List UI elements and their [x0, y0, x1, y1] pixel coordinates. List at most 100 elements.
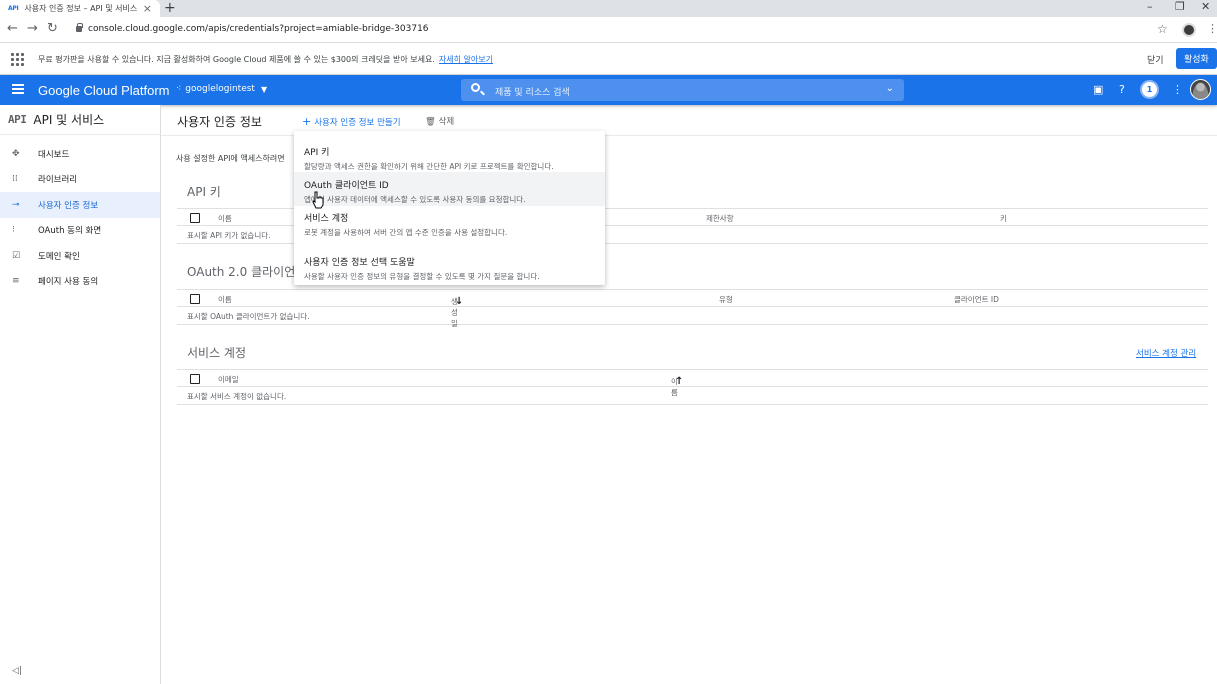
create-credentials-label: 사용자 인증 정보 만들기: [314, 118, 401, 128]
sidebar-item-credentials[interactable]: ⊸ 사용자 인증 정보: [0, 192, 160, 218]
search-placeholder: 제품 및 리소스 검색: [495, 88, 570, 98]
library-icon: ⁞⁞: [12, 174, 18, 185]
create-credentials-button[interactable]: + 사용자 인증 정보 만들기: [302, 115, 401, 128]
sidebar-item-page-agreement[interactable]: ≡ 페이지 사용 동의: [0, 269, 160, 295]
plus-icon: +: [302, 115, 312, 128]
back-icon[interactable]: ←: [7, 21, 18, 36]
cloud-shell-icon[interactable]: ▣: [1093, 83, 1103, 96]
menu-item-desc: 사용할 사용자 인증 정보의 유형을 결정할 수 있도록 몇 가지 질문을 합니…: [304, 272, 540, 281]
column-name[interactable]: 이름: [218, 294, 232, 305]
sidebar: API API 및 서비스 ✥ 대시보드 ⁞⁞ 라이브러리 ⊸ 사용자 인증 정…: [0, 105, 161, 684]
menu-item-desc: 로봇 계정을 사용하여 서버 간의 앱 수준 인증을 사용 설정합니다.: [304, 228, 508, 237]
api-keys-title: API 키: [187, 185, 221, 199]
arrow-down-icon: ↓: [455, 296, 464, 307]
sidebar-item-label: 사용자 인증 정보: [38, 200, 99, 211]
menu-item-title: 서비스 계정: [304, 214, 349, 224]
browser-toolbar: ← → ↻ console.cloud.google.com/apis/cred…: [0, 17, 1217, 43]
select-all-checkbox[interactable]: [190, 294, 200, 304]
menu-item-help-me-choose[interactable]: 사용자 인증 정보 선택 도움말 사용할 사용자 인증 정보의 유형을 결정할 …: [294, 249, 605, 283]
column-key[interactable]: 키: [1000, 213, 1007, 224]
sidebar-title: API 및 서비스: [33, 113, 105, 127]
delete-label: 삭제: [438, 117, 455, 127]
sidebar-item-label: 도메인 확인: [38, 251, 80, 262]
manage-service-accounts-link[interactable]: 서비스 계정 관리: [1136, 347, 1196, 359]
browser-tabstrip: API 사용자 인증 정보 – API 및 서비스 × + – ❐ ✕: [0, 0, 1217, 17]
banner-message: 무료 평가판을 사용할 수 있습니다. 지금 활성화하여 Google Clou…: [38, 55, 435, 64]
service-accounts-title: 서비스 계정: [187, 346, 247, 360]
sidebar-item-library[interactable]: ⁞⁞ 라이브러리: [0, 167, 160, 193]
gcp-header: Google Cloud Platform ⁖ googlelogintest …: [0, 75, 1217, 105]
menu-item-api-key[interactable]: API 키 할당량과 액세스 권한을 확인하기 위해 간단한 API 키로 프로…: [294, 139, 605, 173]
menu-item-oauth-client-id[interactable]: OAuth 클라이언트 ID 앱에서 사용자 데이터에 액세스할 수 있도록 사…: [294, 172, 605, 206]
sidebar-item-label: 라이브러리: [38, 175, 78, 186]
banner-text: 무료 평가판을 사용할 수 있습니다. 지금 활성화하여 Google Clou…: [38, 54, 493, 65]
address-bar[interactable]: console.cloud.google.com/apis/credential…: [88, 24, 429, 34]
activate-button[interactable]: 활성화: [1176, 48, 1217, 69]
delete-button[interactable]: 🗑 삭제: [425, 115, 454, 127]
sidebar-item-dashboard[interactable]: ✥ 대시보드: [0, 141, 160, 167]
free-trial-banner: 무료 평가판을 사용할 수 있습니다. 지금 활성화하여 Google Clou…: [0, 43, 1217, 75]
menu-item-title: OAuth 클라이언트 ID: [304, 181, 389, 191]
sidebar-item-label: OAuth 동의 화면: [38, 226, 102, 237]
column-type[interactable]: 유형: [719, 294, 733, 305]
table-header: 이름 생성일 ↓ 유형 클라이언트 ID: [177, 289, 1208, 328]
bookmark-star-icon[interactable]: ☆: [1157, 22, 1168, 36]
sidebar-item-oauth-consent[interactable]: ⁝ OAuth 동의 화면: [0, 218, 160, 244]
gcp-title[interactable]: Google Cloud Platform: [38, 83, 170, 98]
tab-title: 사용자 인증 정보 – API 및 서비스: [24, 4, 138, 13]
dashboard-icon: ✥: [12, 148, 20, 159]
restore-icon[interactable]: ❐: [1175, 0, 1185, 13]
select-all-checkbox[interactable]: [190, 213, 200, 223]
sidebar-item-label: 페이지 사용 동의: [38, 277, 99, 288]
menu-item-title: API 키: [304, 148, 330, 158]
menu-item-service-account[interactable]: 서비스 계정 로봇 계정을 사용하여 서버 간의 앱 수준 인증을 사용 설정합…: [294, 205, 605, 239]
account-avatar[interactable]: [1190, 79, 1211, 100]
column-name[interactable]: 이름: [218, 213, 232, 224]
key-icon: ⊸: [12, 199, 20, 210]
reload-icon[interactable]: ↻: [47, 21, 58, 36]
trash-icon: 🗑: [425, 117, 436, 127]
lock-icon: [76, 23, 83, 32]
search-input[interactable]: 제품 및 리소스 검색 ⌄: [461, 79, 904, 101]
menu-item-title: 사용자 인증 정보 선택 도움말: [304, 258, 415, 268]
hand-cursor-icon: [312, 191, 324, 209]
help-icon[interactable]: ?: [1119, 83, 1125, 96]
select-all-checkbox[interactable]: [190, 374, 200, 384]
column-email[interactable]: 이메일: [218, 374, 239, 385]
dismiss-button[interactable]: 닫기: [1147, 53, 1164, 66]
notifications-badge[interactable]: 1: [1142, 82, 1157, 97]
forward-icon[interactable]: →: [27, 21, 38, 36]
browser-menu-icon[interactable]: ⋮: [1207, 22, 1217, 35]
more-options-icon[interactable]: ⋮: [1172, 83, 1183, 96]
sidebar-header: API API 및 서비스: [0, 105, 160, 135]
oauth-table: 이름 생성일 ↓ 유형 클라이언트 ID 표시할 OAuth 클라이언트가 없습니…: [177, 289, 1208, 328]
create-credentials-menu: API 키 할당량과 액세스 권한을 확인하기 위해 간단한 API 키로 프로…: [294, 131, 605, 285]
browser-tab[interactable]: API 사용자 인증 정보 – API 및 서비스 ×: [0, 0, 160, 17]
search-expand-icon[interactable]: ⌄: [886, 83, 894, 94]
intro-text: 사용 설정한 API에 액세스하려면: [176, 154, 285, 163]
sidebar-item-label: 대시보드: [38, 149, 70, 160]
table-header: 이메일 이름 ↑: [177, 369, 1208, 397]
service-accounts-table: 이메일 이름 ↑ 표시할 서비스 계정이 없습니다.: [177, 369, 1208, 405]
search-icon: [471, 83, 480, 92]
browser-profile-avatar[interactable]: [1182, 23, 1196, 37]
page-agreement-icon: ≡: [12, 276, 20, 287]
close-window-icon[interactable]: ✕: [1201, 0, 1210, 13]
column-client-id[interactable]: 클라이언트 ID: [954, 294, 999, 305]
minimize-icon[interactable]: –: [1147, 0, 1153, 13]
project-icon: ⁖: [176, 84, 182, 94]
column-restrictions[interactable]: 제한사항: [706, 213, 734, 224]
tab-close-icon[interactable]: ×: [143, 2, 152, 15]
api-logo-icon: API: [8, 113, 27, 126]
new-tab-icon[interactable]: +: [164, 0, 176, 16]
sidebar-item-domain-verification[interactable]: ☑ 도메인 확인: [0, 243, 160, 269]
project-picker[interactable]: ⁖ googlelogintest ▼: [176, 84, 267, 94]
empty-message: 표시할 OAuth 클라이언트가 없습니다.: [177, 307, 1208, 325]
domain-icon: ☑: [12, 250, 21, 261]
learn-more-link[interactable]: 자세히 알아보기: [439, 55, 493, 64]
hamburger-menu-icon[interactable]: [12, 84, 24, 94]
collapse-sidebar-icon[interactable]: ◁|: [12, 666, 22, 676]
apps-grid-icon: [10, 52, 24, 66]
api-favicon-icon: API: [8, 5, 19, 12]
menu-item-desc: 앱에서 사용자 데이터에 액세스할 수 있도록 사용자 동의를 요청합니다.: [304, 195, 526, 204]
